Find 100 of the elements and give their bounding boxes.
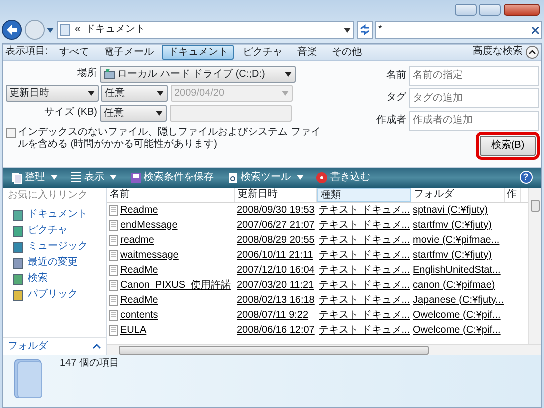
folders-toggle[interactable]: フォルダ	[8, 340, 48, 352]
documents-stack-icon	[13, 358, 45, 400]
date-field-dropdown[interactable]: 更新日時	[6, 85, 98, 102]
table-cell-text: Japanese (C:¥fjuty...	[413, 294, 504, 308]
table-cell-text: 2008/09/30 19:53	[237, 204, 315, 218]
column-header[interactable]: フォルダ	[411, 188, 505, 202]
file-name[interactable]: endMessage	[120, 218, 178, 232]
table-cell-text: Owelcome (C:¥pif...	[413, 308, 501, 322]
filter-tab[interactable]: すべて	[53, 44, 96, 60]
caret-icon[interactable]	[344, 28, 350, 32]
location-dropdown[interactable]: ローカル ハード ドライブ (C:;D:)	[100, 66, 296, 82]
clear-icon[interactable]	[532, 26, 538, 34]
caret-icon[interactable]	[156, 110, 163, 116]
include-hidden-label: インデックスのないファイル、隠しファイルおよびシステム ファイルを含める (時間がかかる可能性があります)	[18, 126, 322, 150]
table-cell-text: テキスト ドキュメ...	[319, 278, 410, 292]
sidebar-link[interactable]: 検索	[3, 271, 106, 287]
sidebar-link[interactable]: ドキュメント	[3, 207, 106, 223]
table-cell-text: テキスト ドキュメ...	[319, 294, 410, 308]
column-header[interactable]: 作	[505, 188, 521, 202]
search-field[interactable]: *	[375, 21, 542, 39]
table-cell-text: テキスト ドキュメ...	[319, 264, 410, 278]
filter-tab[interactable]: ドキュメント	[162, 44, 234, 60]
caret-icon[interactable]	[157, 91, 164, 96]
help-button[interactable]: ?	[520, 171, 532, 184]
vertical-scrollbar[interactable]	[528, 188, 541, 344]
file-name[interactable]: readme	[120, 232, 154, 248]
disc-icon	[316, 172, 328, 184]
location-label: 場所	[76, 68, 98, 80]
field-label: タグ	[386, 92, 406, 104]
column-header[interactable]: 種類	[317, 188, 411, 202]
file-icon	[109, 324, 118, 336]
breadcrumb-item[interactable]: ドキュメント	[86, 24, 338, 36]
size-condition-dropdown[interactable]: 任意	[100, 104, 167, 122]
sidebar-link[interactable]: ピクチャ	[3, 223, 106, 239]
file-icon	[109, 234, 118, 246]
filter-tab[interactable]: 電子メール	[98, 44, 160, 60]
toolbar-button[interactable]: 書き込む	[311, 168, 376, 186]
file-icon	[109, 220, 118, 230]
text-field[interactable]: タグの追加	[409, 88, 538, 108]
drive-icon	[104, 68, 115, 80]
sidebar-title: お気に入りリンク	[7, 188, 89, 203]
column-header[interactable]: 名前	[107, 188, 235, 202]
refresh-button[interactable]	[356, 21, 372, 39]
field-label: 名前	[386, 70, 406, 82]
file-icon	[109, 204, 118, 216]
toolbar-button[interactable]: 整理	[6, 168, 62, 186]
table-cell-text: 2007/06/27 21:07	[237, 218, 315, 232]
toolbar-button[interactable]: 検索ツール	[222, 168, 308, 186]
file-name[interactable]: ReadMe	[120, 262, 158, 278]
file-icon	[109, 264, 118, 276]
sidebar-link[interactable]: パブリック	[3, 287, 106, 303]
close-button[interactable]	[504, 4, 540, 16]
address-bar[interactable]: « ドキュメント	[56, 21, 354, 39]
table-cell-text: テキスト ドキュメ...	[319, 248, 410, 262]
filter-tab[interactable]: その他	[326, 44, 368, 60]
toolbar-button[interactable]: 検索条件を保存	[124, 168, 219, 186]
table-cell-text: 2008/02/13 16:18	[237, 294, 315, 308]
file-name[interactable]: Readme	[120, 202, 158, 218]
table-cell-text: 2008/06/16 12:07	[237, 324, 315, 338]
sidebar-link[interactable]: ミュージック	[3, 239, 106, 255]
item-count: 147 個の項目	[60, 358, 120, 370]
file-name[interactable]: Canon_PIXUS_使用許諾	[120, 278, 232, 292]
table-cell-text: 2008/07/11 9:22	[237, 308, 309, 322]
text-field[interactable]: 作成者の追加	[409, 110, 538, 130]
table-cell-text: テキスト ドキュメ...	[319, 234, 410, 248]
toolbar-button[interactable]: 表示	[65, 168, 122, 186]
breadcrumb-chevron[interactable]: «	[75, 24, 81, 36]
collapse-icon[interactable]	[526, 46, 538, 58]
filter-tab[interactable]: 音楽	[291, 44, 324, 60]
file-name[interactable]: waitmessage	[120, 248, 179, 262]
table-cell-text: 2006/10/11 21:11	[237, 248, 314, 262]
filter-label: 表示項目:	[6, 46, 48, 58]
horizontal-scrollbar[interactable]	[107, 344, 541, 355]
maximize-button[interactable]	[479, 4, 501, 16]
table-cell-text: テキスト ドキュメ...	[319, 324, 410, 338]
sidebar-link[interactable]: 最近の変更	[3, 255, 106, 271]
table-cell-text: 2007/03/20 11:21	[237, 278, 314, 292]
table-cell-text: startfmv (C:¥fjuty)	[413, 218, 492, 232]
table-cell-text: EnglishUnitedStat...	[413, 264, 501, 278]
caret-icon[interactable]	[88, 91, 94, 96]
minimize-button[interactable]	[454, 4, 476, 16]
text-field[interactable]: 名前の指定	[409, 66, 538, 86]
documents-icon	[10, 172, 22, 184]
table-cell-text: startfmv (C:¥fjuty)	[413, 248, 492, 262]
file-name[interactable]: ReadMe	[120, 292, 158, 308]
size-label: サイズ (KB)	[44, 107, 98, 119]
table-cell-text: 2007/12/10 16:04	[237, 264, 315, 278]
back-button[interactable]	[2, 20, 22, 40]
chevron-up-icon[interactable]	[93, 344, 101, 349]
file-name[interactable]: contents	[120, 308, 158, 322]
include-hidden-checkbox[interactable]	[6, 128, 16, 138]
file-name[interactable]: EULA	[120, 322, 147, 338]
advanced-search-link[interactable]: 高度な検索	[473, 46, 523, 58]
caret-icon[interactable]	[285, 72, 292, 76]
table-cell-text: movie (C:¥pifmae...	[413, 234, 500, 248]
field-label: 作成者	[376, 114, 406, 126]
table-cell-text: テキスト ドキュメ...	[319, 218, 410, 232]
date-condition-dropdown[interactable]: 任意	[101, 85, 168, 102]
filter-tab[interactable]: ピクチャ	[236, 44, 289, 60]
file-icon	[109, 250, 118, 260]
